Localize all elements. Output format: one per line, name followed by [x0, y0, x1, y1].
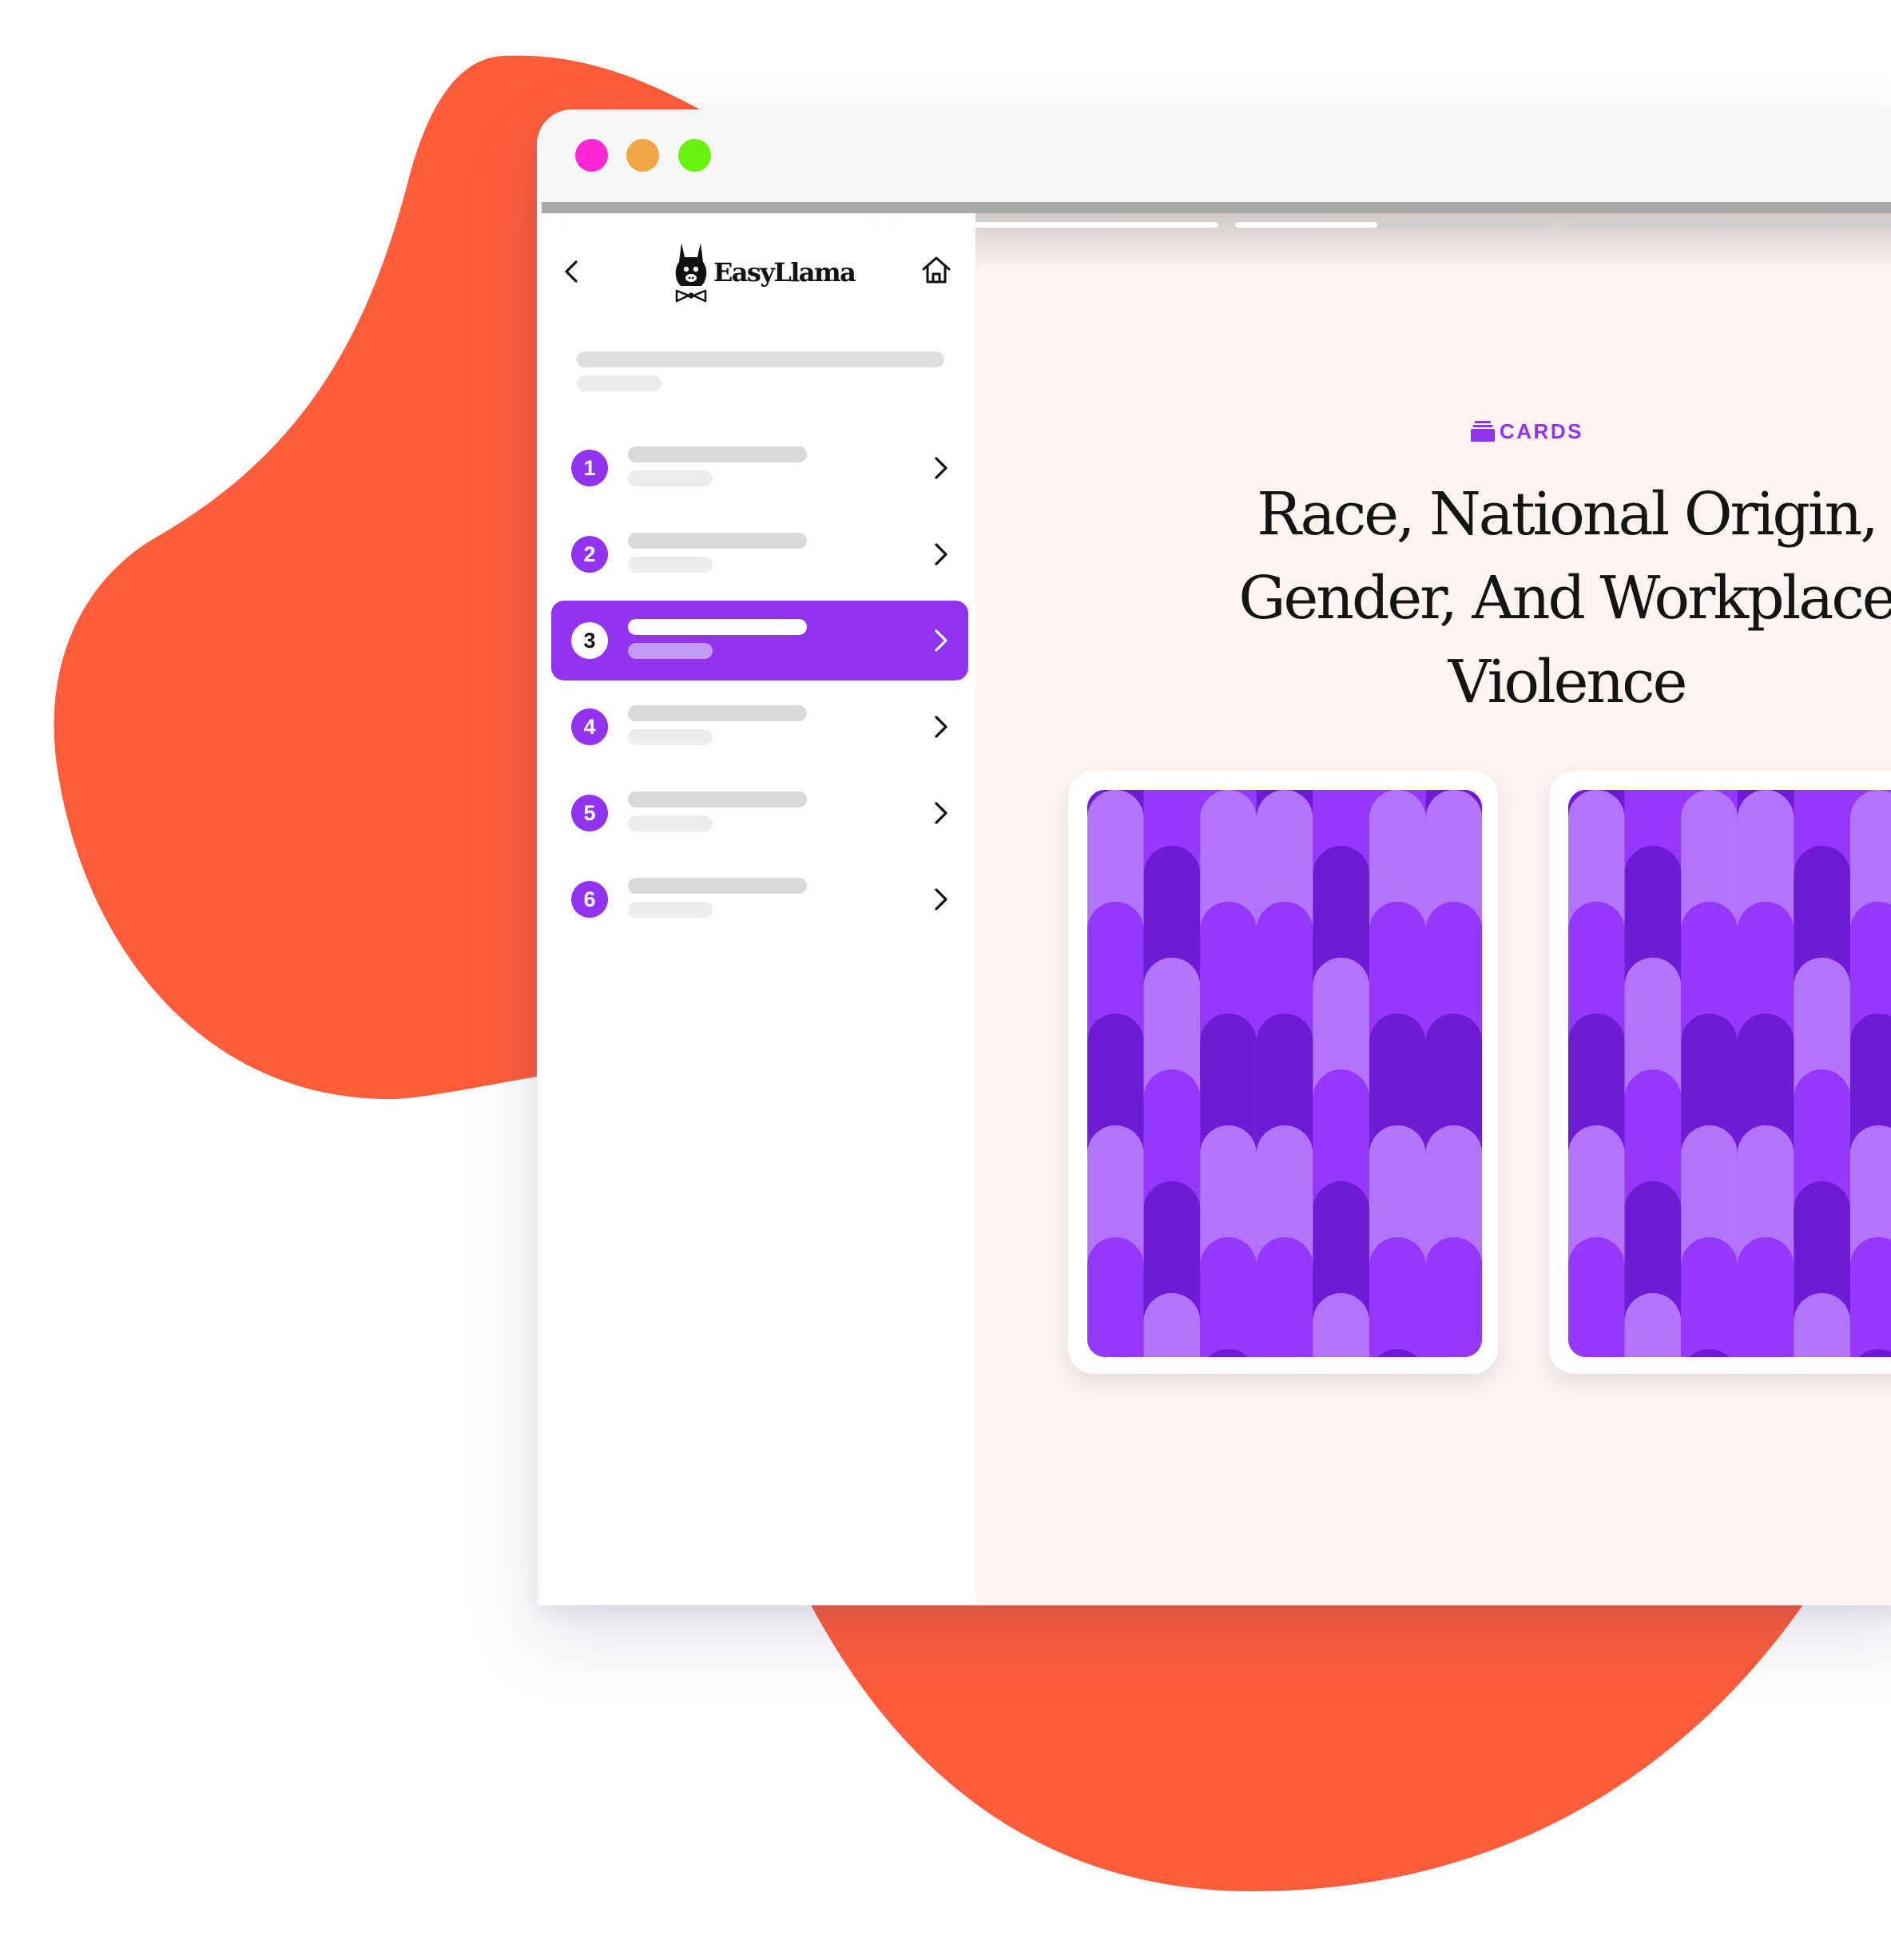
chevron-right-icon	[935, 888, 947, 911]
lesson-number-badge: 2	[571, 536, 608, 573]
course-progress	[542, 222, 1891, 228]
window-minimize-button[interactable]	[626, 139, 659, 172]
kicker-label: CARDS	[1500, 419, 1583, 443]
course-player: EasyLlama 1 2 3 4 5 6 CARDS Race, Nation…	[542, 202, 1891, 1605]
sidebar-header: EasyLlama	[542, 240, 975, 308]
lesson-item-2[interactable]: 2	[551, 514, 968, 594]
lesson-number-badge: 1	[571, 450, 608, 486]
pattern-capsule	[1624, 1293, 1682, 1357]
lesson-meta-placeholder	[628, 729, 713, 745]
chevron-right-icon	[935, 716, 947, 738]
window-zoom-button[interactable]	[678, 139, 711, 172]
flip-card-2[interactable]	[1549, 771, 1891, 1374]
card-back-pattern-art	[1087, 790, 1482, 1357]
card-stack-icon	[1471, 421, 1495, 442]
lesson-number-badge: 4	[571, 708, 608, 745]
window-close-button[interactable]	[575, 139, 608, 172]
pattern-capsule	[1850, 1237, 1891, 1357]
lesson-item-6[interactable]: 6	[551, 859, 968, 939]
progress-segment-fill	[894, 222, 1218, 228]
card-back-pattern	[1568, 790, 1891, 1357]
lesson-title-placeholder	[628, 878, 807, 894]
easyllama-logo[interactable]: EasyLlama	[671, 240, 863, 308]
lesson-number-badge: 3	[571, 622, 608, 659]
lesson-number-badge: 5	[571, 795, 608, 831]
lesson-title: Race, National Origin, Gender, And Workp…	[1238, 480, 1891, 716]
lesson-item-1[interactable]: 1	[551, 428, 968, 508]
lesson-content: CARDS Race, National Origin, Gender, And…	[975, 213, 1891, 1605]
pattern-capsule	[1200, 1237, 1257, 1357]
browser-window: EasyLlama 1 2 3 4 5 6 CARDS Race, Nation…	[537, 109, 1891, 1605]
flip-card-1[interactable]	[1068, 771, 1498, 1374]
lesson-meta-placeholder	[628, 470, 713, 486]
pattern-capsule	[1737, 1237, 1794, 1357]
lesson-title-placeholder	[628, 619, 807, 635]
home-icon[interactable]	[919, 252, 954, 288]
progress-segment-fill	[1235, 222, 1378, 228]
lesson-meta-placeholder	[628, 557, 713, 573]
pattern-capsule	[1087, 1237, 1144, 1357]
chevron-right-icon	[935, 543, 947, 565]
lesson-meta-placeholder	[628, 902, 713, 918]
pattern-capsule	[1681, 1237, 1738, 1357]
card-back-pattern	[1087, 790, 1482, 1357]
llama-icon	[675, 243, 707, 303]
pattern-capsule	[1143, 1293, 1201, 1357]
window-titlebar	[537, 109, 1891, 202]
card-back-pattern-art	[1568, 790, 1891, 1357]
pattern-capsule	[1313, 1293, 1369, 1357]
lesson-title-placeholder	[628, 792, 807, 807]
lesson-sidebar: EasyLlama 1 2 3 4 5 6	[542, 213, 975, 1605]
pattern-capsule	[1794, 1293, 1850, 1357]
progress-segment	[565, 222, 878, 228]
course-subtitle-placeholder	[577, 375, 661, 391]
lesson-item-5[interactable]: 5	[551, 773, 968, 853]
lesson-title-placeholder	[628, 446, 807, 462]
lesson-meta-placeholder	[628, 643, 713, 659]
lesson-title-placeholder	[628, 533, 807, 549]
progress-segment	[894, 222, 1218, 228]
pattern-capsule	[1568, 1237, 1625, 1357]
progress-segment	[1235, 222, 1551, 228]
lesson-item-4[interactable]: 4	[551, 687, 968, 767]
chevron-right-icon	[935, 457, 947, 479]
pattern-capsule	[1369, 1237, 1426, 1357]
progress-segment	[1569, 222, 1891, 228]
chevron-right-icon	[935, 629, 947, 652]
course-title-placeholder	[577, 351, 944, 367]
lesson-meta-placeholder	[628, 815, 713, 831]
progress-segment-fill	[565, 222, 878, 228]
section-kicker: CARDS	[1471, 417, 1583, 446]
background-blob-bottom	[807, 1597, 1806, 1892]
lesson-item-3[interactable]: 3	[551, 601, 968, 680]
chevron-left-icon[interactable]	[556, 256, 588, 288]
brand-name: EasyLlama	[713, 257, 856, 288]
pattern-capsule	[1425, 1237, 1482, 1357]
lesson-title-placeholder	[628, 705, 807, 721]
pattern-capsule	[1256, 1237, 1313, 1357]
chevron-right-icon	[935, 802, 947, 824]
lesson-number-badge: 6	[571, 881, 608, 918]
